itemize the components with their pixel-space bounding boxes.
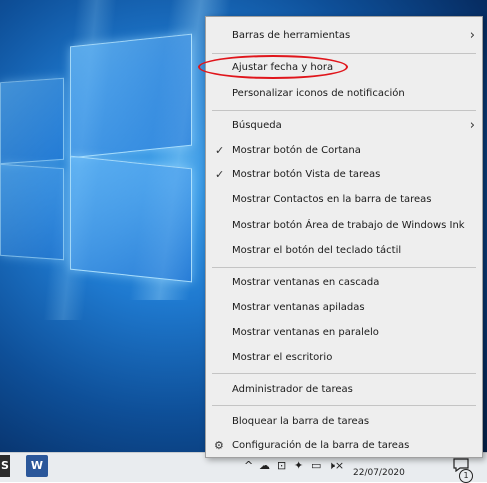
- windows-logo-pane: [70, 33, 192, 159]
- menu-item-label: Bloquear la barra de tareas: [232, 416, 370, 427]
- menu-item-show-cortana[interactable]: ✓ Mostrar botón de Cortana: [206, 140, 482, 162]
- menu-item-label: Barras de herramientas: [232, 30, 351, 41]
- menu-item-label: Mostrar el escritorio: [232, 352, 333, 363]
- menu-item-cascade-windows[interactable]: Mostrar ventanas en cascada: [206, 272, 482, 294]
- menu-separator: [212, 405, 476, 406]
- menu-item-taskbar-settings[interactable]: ⚙ Configuración de la barra de tareas: [206, 435, 482, 457]
- menu-separator: [212, 373, 476, 374]
- menu-item-side-by-side-windows[interactable]: Mostrar ventanas en paralelo: [206, 322, 482, 344]
- menu-item-label: Mostrar ventanas en cascada: [232, 277, 380, 288]
- clock-date[interactable]: 22/07/2020: [353, 468, 405, 478]
- speaker-muted-icon[interactable]: 🕨×: [328, 459, 344, 473]
- network-icon[interactable]: ⊡: [277, 459, 286, 472]
- menu-item-label: Mostrar botón Vista de tareas: [232, 169, 381, 180]
- checkmark-icon: ✓: [215, 144, 225, 157]
- menu-item-label: Mostrar Contactos en la barra de tareas: [232, 194, 432, 205]
- windows-logo-pane: [70, 155, 192, 283]
- menu-item-show-desktop[interactable]: Mostrar el escritorio: [206, 347, 482, 369]
- menu-item-toolbars[interactable]: Barras de herramientas ›: [206, 25, 482, 47]
- battery-icon[interactable]: ▭: [311, 459, 321, 472]
- menu-item-label: Mostrar ventanas apiladas: [232, 302, 365, 313]
- menu-item-label: Mostrar botón de Cortana: [232, 145, 361, 156]
- menu-item-label: Ajustar fecha y hora: [232, 62, 334, 73]
- menu-item-stack-windows[interactable]: Mostrar ventanas apiladas: [206, 297, 482, 319]
- menu-item-task-manager[interactable]: Administrador de tareas: [206, 379, 482, 401]
- menu-item-customize-notification-icons[interactable]: Personalizar iconos de notificación: [206, 83, 482, 105]
- cloud-icon[interactable]: ☁: [259, 459, 270, 472]
- menu-separator: [212, 267, 476, 268]
- menu-separator: [212, 53, 476, 54]
- app-icon[interactable]: S: [0, 455, 10, 477]
- checkmark-icon: ✓: [215, 168, 225, 181]
- gear-icon: ⚙: [214, 439, 224, 452]
- windows-logo-pane: [0, 77, 64, 165]
- taskbar-context-menu: Barras de herramientas › Ajustar fecha y…: [205, 16, 483, 458]
- menu-item-label: Administrador de tareas: [232, 384, 353, 395]
- menu-item-adjust-date-time[interactable]: Ajustar fecha y hora: [206, 57, 482, 79]
- menu-item-label: Mostrar el botón del teclado táctil: [232, 245, 402, 256]
- chevron-right-icon: ›: [469, 118, 475, 133]
- menu-item-label: Mostrar ventanas en paralelo: [232, 327, 379, 338]
- menu-item-label: Personalizar iconos de notificación: [232, 88, 405, 99]
- chevron-up-icon[interactable]: ^: [244, 459, 253, 472]
- menu-item-show-task-view[interactable]: ✓ Mostrar botón Vista de tareas: [206, 164, 482, 186]
- menu-item-label: Mostrar botón Área de trabajo de Windows…: [232, 220, 465, 231]
- menu-item-show-touch-keyboard[interactable]: Mostrar el botón del teclado táctil: [206, 240, 482, 262]
- menu-item-show-windows-ink[interactable]: Mostrar botón Área de trabajo de Windows…: [206, 215, 482, 237]
- menu-item-label: Búsqueda: [232, 120, 282, 131]
- menu-item-lock-taskbar[interactable]: Bloquear la barra de tareas: [206, 411, 482, 433]
- chevron-right-icon: ›: [469, 28, 475, 43]
- menu-item-show-people[interactable]: Mostrar Contactos en la barra de tareas: [206, 189, 482, 211]
- menu-item-search[interactable]: Búsqueda ›: [206, 115, 482, 137]
- menu-separator: [212, 110, 476, 111]
- dropbox-icon[interactable]: ✦: [294, 459, 303, 472]
- word-icon[interactable]: W: [26, 455, 48, 477]
- windows-logo-pane: [0, 163, 64, 261]
- menu-item-label: Configuración de la barra de tareas: [232, 440, 410, 451]
